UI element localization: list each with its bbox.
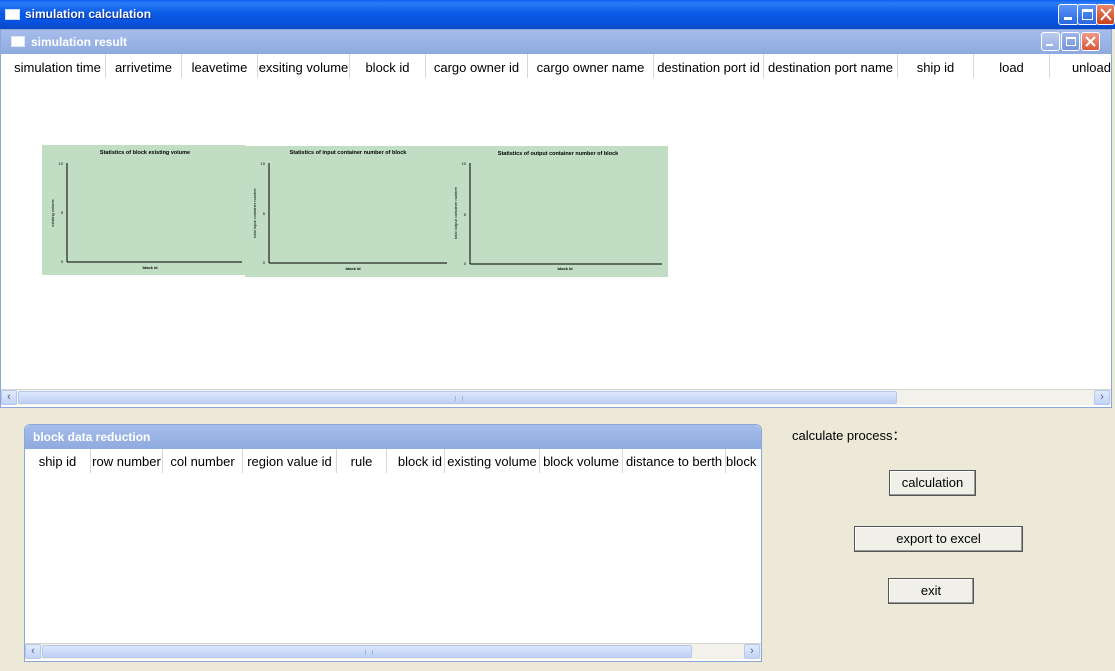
calculate-process-label: calculate process： — [792, 428, 906, 443]
column-header[interactable]: cargo owner id — [426, 54, 528, 78]
output-container-number-chart: Statistics of output container number of… — [448, 146, 668, 277]
child-close-button[interactable] — [1081, 32, 1100, 51]
y-tick-label: 10 — [462, 161, 467, 166]
scroll-left-button[interactable]: ‹ — [1, 390, 17, 405]
window-app-icon — [5, 9, 20, 20]
simulation-result-grid-header: simulation time arrivetime leavetime exs… — [10, 54, 1111, 78]
x-axis-label: block id — [142, 265, 158, 270]
column-header[interactable]: exsiting volume — [258, 54, 350, 78]
scroll-grip-icon — [455, 396, 463, 401]
minimize-icon — [1064, 17, 1072, 20]
column-header[interactable]: region value id — [243, 449, 337, 473]
export-to-excel-button[interactable]: export to excel — [854, 526, 1023, 552]
column-header[interactable]: destination port name — [764, 54, 898, 78]
column-header[interactable]: load — [974, 54, 1050, 78]
child-maximize-button[interactable] — [1061, 32, 1080, 51]
minimize-button[interactable] — [1058, 4, 1079, 25]
y-axis-label: existing volume — [50, 198, 55, 226]
column-header[interactable]: simulation time — [10, 54, 106, 78]
column-header[interactable]: rule — [337, 449, 387, 473]
y-axis-label: total input container number — [252, 188, 257, 238]
close-icon — [1100, 8, 1112, 21]
scroll-right-button[interactable]: › — [1094, 390, 1110, 405]
child-window-icon — [11, 36, 25, 47]
chart-title: Statistics of output container number of… — [498, 151, 619, 157]
y-tick-label: 0 — [61, 259, 64, 264]
chart-title: Statistics of input container number of … — [290, 150, 408, 156]
column-header[interactable]: ship id — [898, 54, 974, 78]
column-header[interactable]: arrivetime — [106, 54, 182, 78]
close-icon — [1085, 36, 1096, 47]
chevron-right-icon: › — [750, 645, 754, 657]
column-header[interactable]: ship id — [25, 449, 91, 473]
scroll-left-button[interactable]: ‹ — [25, 644, 41, 659]
column-header[interactable]: cargo owner name — [528, 54, 654, 78]
y-tick-label: 5 — [61, 210, 64, 215]
column-header[interactable]: existing volume — [445, 449, 540, 473]
app-window: simulation calculation simulation result — [0, 0, 1115, 671]
chevron-right-icon: › — [1100, 391, 1104, 403]
chart-title: Statistics of block existing volume — [100, 150, 190, 156]
simulation-result-hscrollbar[interactable]: ‹ › — [1, 389, 1111, 405]
column-header[interactable]: distance to berth — [623, 449, 726, 473]
exit-button[interactable]: exit — [888, 578, 974, 604]
scroll-thumb[interactable] — [18, 391, 897, 404]
minimize-icon — [1046, 44, 1053, 46]
window-titlebar[interactable]: simulation calculation — [0, 0, 1115, 29]
column-header[interactable]: row number — [91, 449, 163, 473]
simulation-result-window: simulation result simulation time arrive… — [0, 29, 1112, 408]
block-data-reduction-titlebar[interactable]: block data reduction — [25, 425, 761, 449]
y-tick-label: 5 — [464, 212, 467, 217]
y-tick-label: 10 — [261, 161, 266, 166]
input-container-number-chart: Statistics of input container number of … — [245, 146, 448, 277]
chevron-left-icon: ‹ — [31, 645, 35, 657]
maximize-icon — [1066, 37, 1076, 46]
block-data-grid-header: ship id row number col number region val… — [25, 449, 761, 473]
y-tick-label: 5 — [263, 211, 266, 216]
simulation-result-title: simulation result — [31, 35, 128, 49]
scroll-thumb[interactable] — [42, 645, 692, 658]
simulation-result-titlebar[interactable]: simulation result — [1, 30, 1111, 54]
y-tick-label: 0 — [464, 261, 467, 266]
column-header[interactable]: block — [726, 449, 761, 473]
column-header[interactable]: block id — [350, 54, 426, 78]
block-data-hscrollbar[interactable]: ‹ › — [25, 643, 761, 659]
block-data-reduction-window: block data reduction ship id row number … — [24, 424, 762, 662]
y-tick-label: 0 — [263, 260, 266, 265]
block-data-reduction-title: block data reduction — [33, 430, 151, 444]
column-header[interactable]: block id — [387, 449, 445, 473]
y-axis-label: total output container number — [453, 186, 458, 239]
scroll-grip-icon — [365, 650, 373, 655]
maximize-icon — [1082, 9, 1093, 20]
column-header[interactable]: block volume — [540, 449, 623, 473]
column-header[interactable]: unload — [1050, 54, 1112, 78]
x-axis-label: block id — [557, 266, 573, 271]
column-header[interactable]: col number — [163, 449, 243, 473]
column-header[interactable]: leavetime — [182, 54, 258, 78]
column-header[interactable]: destination port id — [654, 54, 764, 78]
block-existing-volume-chart: Statistics of block existing volume 10 5… — [42, 145, 245, 275]
x-axis-label: block id — [345, 266, 361, 271]
calculation-button[interactable]: calculation — [889, 470, 976, 496]
child-minimize-button[interactable] — [1041, 32, 1060, 51]
y-tick-label: 10 — [59, 161, 64, 166]
scroll-right-button[interactable]: › — [744, 644, 760, 659]
chevron-left-icon: ‹ — [7, 391, 11, 403]
close-button[interactable] — [1096, 4, 1115, 25]
window-title: simulation calculation — [25, 7, 152, 21]
maximize-button[interactable] — [1077, 4, 1098, 25]
